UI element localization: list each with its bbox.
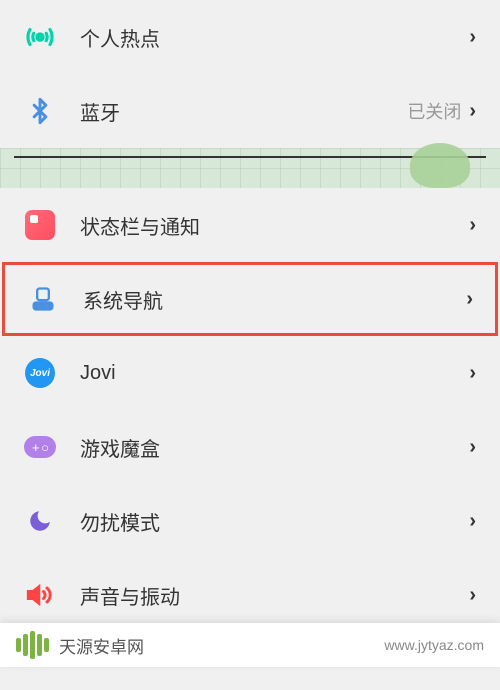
settings-item-navigation[interactable]: 系统导航 ›	[2, 262, 498, 336]
gamebox-icon: + ○	[24, 431, 56, 463]
settings-item-statusbar[interactable]: 状态栏与通知 ›	[0, 188, 500, 262]
settings-list: 个人热点 › 蓝牙 已关闭 › 状态栏与通知 ›	[0, 0, 500, 690]
frog-decoration-icon	[410, 143, 470, 188]
chevron-right-icon: ›	[466, 288, 473, 311]
dnd-icon	[24, 505, 56, 537]
item-label: 游戏魔盒	[80, 433, 469, 462]
section-divider	[0, 148, 500, 188]
chevron-right-icon: ›	[469, 436, 476, 459]
chevron-right-icon: ›	[469, 584, 476, 607]
hotspot-icon	[24, 21, 56, 53]
footer-logo-icon	[16, 631, 49, 659]
settings-item-dnd[interactable]: 勿扰模式 ›	[0, 484, 500, 558]
navigation-icon	[27, 283, 59, 315]
statusbar-icon	[24, 209, 56, 241]
chevron-right-icon: ›	[469, 362, 476, 385]
chevron-right-icon: ›	[469, 510, 476, 533]
chevron-right-icon: ›	[469, 26, 476, 49]
item-label: 勿扰模式	[80, 507, 469, 536]
chevron-right-icon: ›	[469, 100, 476, 123]
item-label: Jovi	[80, 362, 469, 385]
chevron-right-icon: ›	[469, 214, 476, 237]
settings-item-sound[interactable]: 声音与振动 ›	[0, 558, 500, 632]
item-label: 蓝牙	[80, 97, 407, 126]
settings-item-bluetooth[interactable]: 蓝牙 已关闭 ›	[0, 74, 500, 148]
item-label: 状态栏与通知	[80, 211, 469, 240]
footer-site-name: 天源安卓网	[59, 633, 144, 658]
sound-icon	[24, 579, 56, 611]
bluetooth-icon	[24, 95, 56, 127]
settings-item-jovi[interactable]: Jovi Jovi ›	[0, 336, 500, 410]
item-label: 声音与振动	[80, 581, 469, 610]
item-label: 系统导航	[83, 285, 466, 314]
settings-item-hotspot[interactable]: 个人热点 ›	[0, 0, 500, 74]
footer-banner: 天源安卓网 www.jytyaz.com	[0, 623, 500, 667]
jovi-icon: Jovi	[24, 357, 56, 389]
settings-item-gamebox[interactable]: + ○ 游戏魔盒 ›	[0, 410, 500, 484]
footer-url: www.jytyaz.com	[384, 637, 484, 653]
item-label: 个人热点	[80, 23, 469, 52]
item-status: 已关闭	[407, 98, 461, 124]
